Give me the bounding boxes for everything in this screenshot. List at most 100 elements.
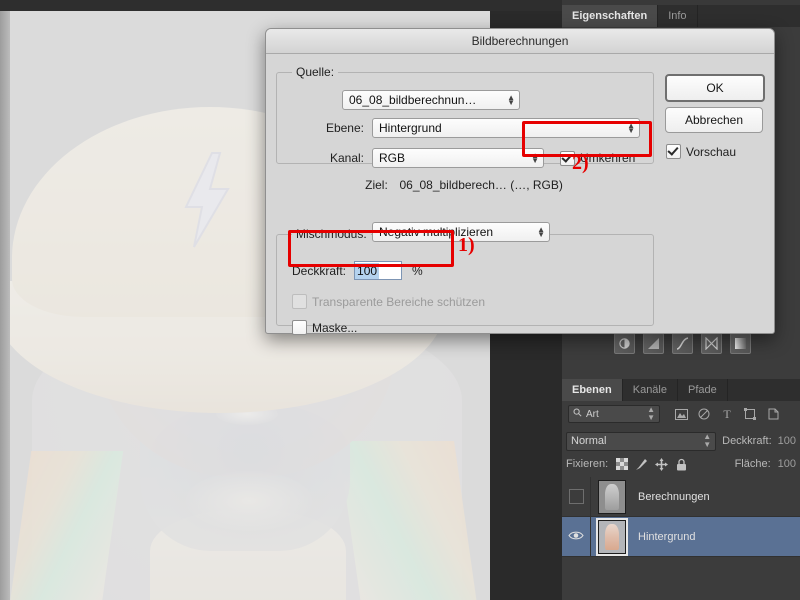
- tab-label: Pfade: [688, 384, 717, 396]
- tab-label: Kanäle: [632, 384, 667, 396]
- source-value: 06_08_bildberechnun…: [349, 93, 477, 107]
- layer-row: Ebene: Hintergrund ▲ ▼: [276, 118, 652, 138]
- cancel-label: Abbrechen: [684, 113, 744, 127]
- dialog-title: Bildberechnungen: [471, 34, 569, 48]
- tab-label: Eigenschaften: [572, 10, 648, 22]
- opacity-label: Deckkraft:: [292, 263, 347, 278]
- blend-mode-value: Negativ multiplizieren: [379, 225, 494, 239]
- layer-blend-mode-select[interactable]: Normal ▲ ▼: [566, 431, 717, 451]
- chevron-updown-icon: ▲ ▼: [627, 121, 635, 135]
- cancel-button[interactable]: Abbrechen: [665, 107, 763, 133]
- layer-visibility-cell[interactable]: [562, 517, 591, 556]
- checkbox-box: [292, 320, 307, 335]
- tab-ebenen[interactable]: Ebenen: [562, 379, 623, 401]
- table-row[interactable]: Hintergrund: [562, 517, 800, 557]
- channel-label: Kanal:: [329, 151, 364, 165]
- layer-lock-row: Fixieren: Fläche: 100: [562, 453, 800, 475]
- layer-label: Ebene:: [325, 121, 364, 135]
- mask-label: Maske...: [312, 320, 358, 335]
- smart-object-filter-icon[interactable]: [766, 407, 780, 421]
- target-row: Ziel: 06_08_bildberech… (…, RGB): [276, 178, 652, 192]
- layer-lock-label: Fixieren:: [566, 458, 609, 470]
- thumbnail-figure: [604, 484, 620, 510]
- annotation-label-two: 2): [572, 152, 589, 174]
- image-filter-icon[interactable]: [674, 407, 688, 421]
- channel-row: Kanal: RGB ▲ ▼ Umkehren: [276, 148, 652, 168]
- blend-group-label: Mischmodus:: [292, 227, 371, 241]
- dialog-title-bar[interactable]: Bildberechnungen: [266, 29, 774, 54]
- shape-filter-icon[interactable]: [743, 407, 757, 421]
- levels-icon[interactable]: [643, 333, 664, 354]
- layer-blend-row: Normal ▲ ▼ Deckkraft: 100: [562, 429, 800, 453]
- tab-kanaele[interactable]: Kanäle: [623, 379, 678, 401]
- search-icon: [573, 408, 582, 420]
- preview-checkbox[interactable]: Vorschau: [666, 144, 736, 159]
- mask-checkbox[interactable]: Maske...: [292, 320, 357, 335]
- chevron-updown-icon: ▲ ▼: [531, 151, 539, 165]
- layer-opacity-label: Deckkraft:: [722, 435, 772, 447]
- layer-list: Berechnungen Hintergrund: [562, 477, 800, 557]
- tab-info[interactable]: Info: [658, 5, 698, 27]
- layers-panel-tabbar: Ebenen Kanäle Pfade: [562, 379, 800, 401]
- ok-button[interactable]: OK: [665, 74, 765, 102]
- channel-select[interactable]: RGB ▲ ▼: [372, 148, 544, 168]
- brightness-contrast-icon[interactable]: [614, 333, 635, 354]
- chevron-updown-icon: ▲ ▼: [507, 93, 515, 107]
- lock-all-icon[interactable]: [675, 458, 688, 471]
- layer-value: Hintergrund: [379, 121, 442, 135]
- layer-filter-row: Art ▲ ▼ T: [562, 401, 800, 427]
- opacity-unit: %: [412, 263, 423, 278]
- layer-thumbnail[interactable]: [598, 479, 626, 514]
- layers-panel-body: Art ▲ ▼ T Normal ▲ ▼ Deckkraft: 100 Fixi…: [562, 401, 800, 600]
- canvas-left-gutter: [0, 11, 10, 600]
- exposure-icon[interactable]: [701, 333, 722, 354]
- chevron-updown-icon: ▲ ▼: [537, 225, 545, 239]
- layer-fill-value[interactable]: 100: [778, 458, 796, 470]
- layer-filter-type-value: Art: [586, 408, 599, 420]
- lightning-bolt-icon: [178, 151, 234, 249]
- dialog-body: Quelle: 06_08_bildberechnun… ▲ ▼ Ebene: H…: [266, 54, 774, 335]
- thumbnail-figure: [604, 524, 620, 550]
- target-value: 06_08_bildberech… (…, RGB): [399, 178, 563, 192]
- eye-hidden-icon[interactable]: [568, 489, 584, 504]
- portrait-chin: [186, 471, 312, 531]
- protect-transparent-checkbox: Transparente Bereiche schützen: [292, 294, 485, 309]
- lock-position-icon[interactable]: [655, 457, 669, 471]
- tab-pfade[interactable]: Pfade: [678, 379, 728, 401]
- layer-filter-icons: T: [674, 407, 780, 421]
- layer-filter-type-select[interactable]: Art ▲ ▼: [568, 405, 660, 423]
- adjustment-icon-row: [614, 333, 751, 354]
- curves-icon[interactable]: [672, 333, 693, 354]
- channel-value: RGB: [379, 151, 406, 165]
- layer-select[interactable]: Hintergrund ▲ ▼: [372, 118, 640, 138]
- layer-fill-label: Fläche:: [734, 458, 771, 470]
- layer-thumbnail[interactable]: [596, 517, 628, 556]
- annotation-label-one: 1): [458, 234, 475, 256]
- eye-visible-icon[interactable]: [568, 528, 584, 546]
- photoshop-window: Eigenschaften Info Ebenen Kanäle Pfade A…: [0, 0, 800, 600]
- ok-label: OK: [706, 81, 724, 95]
- checkbox-box: [666, 144, 681, 159]
- opacity-row: Deckkraft: 100 %: [292, 261, 423, 280]
- target-label: Ziel:: [365, 178, 388, 192]
- tab-eigenschaften[interactable]: Eigenschaften: [562, 5, 659, 27]
- tab-label: Info: [668, 10, 687, 22]
- opacity-input[interactable]: 100: [354, 261, 403, 280]
- tab-label: Ebenen: [572, 384, 612, 396]
- layer-opacity-value[interactable]: 100: [778, 435, 796, 447]
- properties-panel-tabbar: Eigenschaften Info: [562, 5, 800, 27]
- layer-name: Berechnungen: [638, 490, 710, 503]
- lock-pixels-icon[interactable]: [635, 458, 648, 471]
- vibrance-icon[interactable]: [730, 333, 751, 354]
- lock-transparency-icon[interactable]: [615, 458, 628, 471]
- opacity-value: 100: [355, 262, 380, 279]
- source-select[interactable]: 06_08_bildberechnun… ▲ ▼: [342, 90, 520, 110]
- chevron-updown-icon: ▲ ▼: [703, 432, 712, 449]
- table-row[interactable]: Berechnungen: [562, 477, 800, 517]
- checkbox-box: [292, 294, 307, 309]
- adjustment-filter-icon[interactable]: [697, 407, 711, 421]
- layer-name: Hintergrund: [638, 530, 696, 543]
- layer-visibility-cell[interactable]: [562, 477, 591, 516]
- type-filter-icon[interactable]: T: [720, 407, 734, 421]
- garment-stripe-right: [338, 441, 478, 600]
